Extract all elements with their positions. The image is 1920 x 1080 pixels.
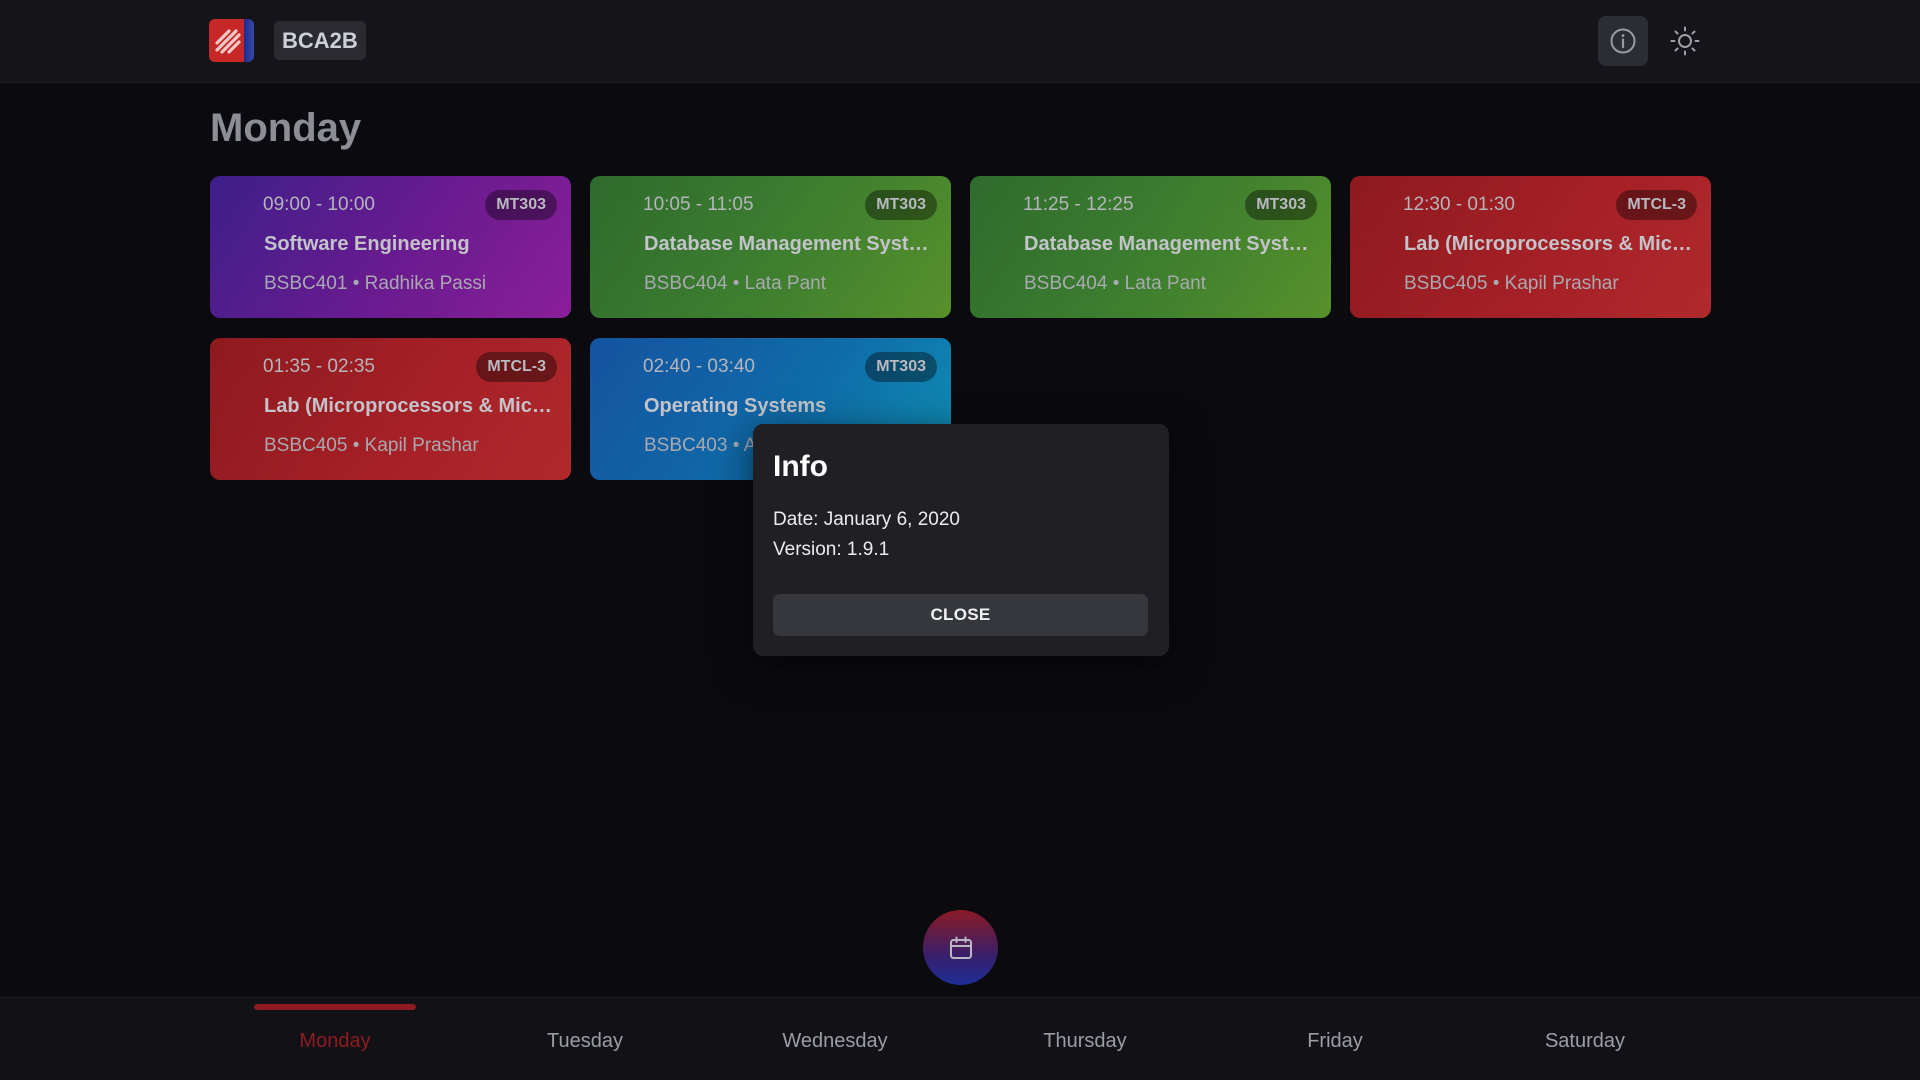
room-badge: MTCL-3 (476, 352, 557, 382)
app-header: BCA2B (0, 0, 1920, 83)
lecture-meta: BSBC404 • Lata Pant (1024, 273, 1206, 294)
lecture-meta: BSBC403 • A (644, 435, 757, 456)
info-button[interactable] (1598, 16, 1648, 66)
theme-toggle-button[interactable] (1660, 16, 1710, 66)
class-name-badge[interactable]: BCA2B (274, 21, 366, 60)
bottom-day-nav: Monday Tuesday Wednesday Thursday Friday… (0, 997, 1920, 1080)
lecture-time: 12:30 - 01:30 (1403, 194, 1515, 215)
app-logo[interactable] (209, 19, 254, 62)
close-button[interactable]: CLOSE (773, 594, 1148, 636)
lecture-subject: Lab (Microprocessors & Microcontrollers) (1404, 233, 1699, 255)
lecture-time: 10:05 - 11:05 (643, 194, 754, 215)
room-badge: MTCL-3 (1616, 190, 1697, 220)
dialog-version: Version: 1.9.1 (773, 539, 890, 560)
lecture-subject: Database Management Systems (1024, 233, 1319, 255)
lecture-time: 01:35 - 02:35 (263, 356, 375, 377)
logo-stripes-icon (215, 29, 241, 54)
dialog-title: Info (773, 450, 828, 483)
lecture-card[interactable]: 4 12:30 - 01:30 MTCL-3 Lab (Microprocess… (1350, 176, 1711, 318)
tab-monday[interactable]: Monday (210, 998, 460, 1080)
room-badge: MT303 (865, 190, 937, 220)
lecture-card[interactable]: 5 01:35 - 02:35 MTCL-3 Lab (Microprocess… (210, 338, 571, 480)
lecture-time: 02:40 - 03:40 (643, 356, 755, 377)
lecture-subject: Lab (Microprocessors & Microcontrollers) (264, 395, 559, 417)
room-badge: MT303 (485, 190, 557, 220)
lecture-card[interactable]: 3 11:25 - 12:25 MT303 Database Managemen… (970, 176, 1331, 318)
room-badge: MT303 (865, 352, 937, 382)
calendar-button[interactable] (923, 910, 998, 985)
tab-wednesday[interactable]: Wednesday (710, 998, 960, 1080)
tab-saturday[interactable]: Saturday (1460, 998, 1710, 1080)
lecture-subject: Database Management Systems (644, 233, 939, 255)
lecture-subject: Operating Systems (644, 395, 827, 417)
lecture-meta: BSBC405 • Kapil Prashar (1404, 273, 1619, 294)
page-title: Monday (210, 106, 362, 150)
calendar-icon (949, 936, 972, 959)
lecture-subject: Software Engineering (264, 233, 470, 255)
lecture-meta: BSBC405 • Kapil Prashar (264, 435, 479, 456)
dialog-date: Date: January 6, 2020 (773, 509, 960, 530)
lecture-card[interactable]: 1 09:00 - 10:00 MT303 Software Engineeri… (210, 176, 571, 318)
lecture-meta: BSBC404 • Lata Pant (644, 273, 826, 294)
info-icon (1610, 28, 1636, 54)
info-dialog: Info Date: January 6, 2020 Version: 1.9.… (753, 424, 1169, 656)
lecture-time: 11:25 - 12:25 (1023, 194, 1134, 215)
tab-friday[interactable]: Friday (1210, 998, 1460, 1080)
lecture-card[interactable]: 2 10:05 - 11:05 MT303 Database Managemen… (590, 176, 951, 318)
room-badge: MT303 (1245, 190, 1317, 220)
tab-tuesday[interactable]: Tuesday (460, 998, 710, 1080)
sun-icon (1670, 26, 1700, 56)
lecture-meta: BSBC401 • Radhika Passi (264, 273, 487, 294)
lecture-time: 09:00 - 10:00 (263, 194, 375, 215)
tab-thursday[interactable]: Thursday (960, 998, 1210, 1080)
